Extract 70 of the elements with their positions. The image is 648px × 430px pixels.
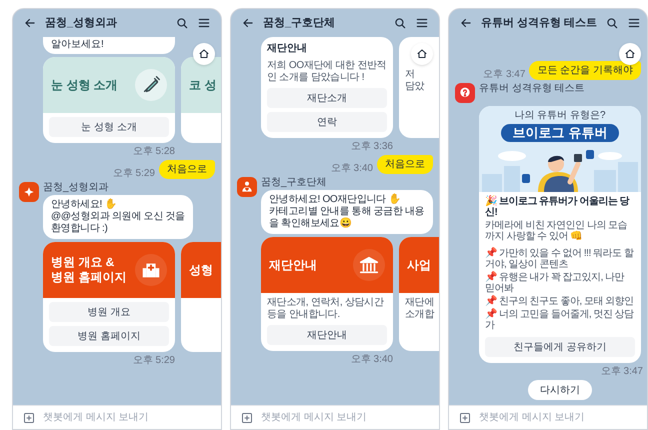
input-placeholder: 챗봇에게 메시지 보내기 xyxy=(479,411,585,425)
timestamp: 오후 3:47 xyxy=(600,366,643,377)
sender-name: 꿈청_구호단체 xyxy=(261,177,328,188)
card-description: 재단소개, 연락처, 상담시간 등을 안내합니다. xyxy=(266,297,385,321)
timestamp: 오후 3:36 xyxy=(350,141,393,152)
plus-icon[interactable] xyxy=(241,412,253,424)
timestamp: 오후 5:28 xyxy=(132,146,175,157)
question-mark-icon xyxy=(455,83,475,103)
card-title: 성형 xyxy=(189,262,213,278)
chat-bubble: 모든 순간을 기록해야 xyxy=(529,61,641,80)
card-title: 코 성 xyxy=(189,78,216,92)
chat-bubble: 알아보세요! xyxy=(43,37,175,54)
result-text: 카메라에 비친 자연인인 나의 모습까지 사랑할 수 있어 👊 xyxy=(485,220,628,242)
chat-bubble: 처음으로 xyxy=(159,160,215,179)
card-title: 병원 개요 & 병원 홈페이지 xyxy=(51,255,126,285)
menu-icon[interactable] xyxy=(415,16,429,30)
question-text: 나의 유튜버 유형은? xyxy=(514,110,606,122)
back-arrow-icon[interactable] xyxy=(241,16,255,30)
timestamp: 오후 3:40 xyxy=(330,163,373,174)
result-text: 📌 친구의 친구도 좋아, 모태 외향인 xyxy=(485,296,635,307)
sender-name: 꿈청_성형외과 xyxy=(43,182,110,193)
sparkle-icon xyxy=(19,182,39,202)
card-description: 재단에 소개합 xyxy=(404,297,436,321)
plus-icon[interactable] xyxy=(459,412,471,424)
card-button[interactable]: 눈 성형 소개 xyxy=(49,117,169,137)
building-icon xyxy=(353,249,385,281)
card-button[interactable]: 재단안내 xyxy=(267,325,387,345)
hospital-icon xyxy=(135,254,167,286)
search-icon[interactable] xyxy=(605,16,620,30)
search-icon[interactable] xyxy=(175,16,189,30)
result-text: 📌 너의 고민을 들어줄게, 멋진 상담가 xyxy=(485,309,635,331)
timestamp: 오후 3:47 xyxy=(483,69,526,80)
chat-bubble: 안녕하세요! OO재단입니다 ✋ 카테고리별 안내를 통해 궁금한 내용을 확인해보세요😀 xyxy=(261,190,433,234)
chat-bubble: 처음으로 xyxy=(377,155,433,174)
timestamp: 오후 3:40 xyxy=(350,354,393,365)
card-title: 재단안내 xyxy=(269,258,317,272)
home-icon[interactable] xyxy=(193,43,215,65)
card-title: 사업 xyxy=(407,258,431,272)
menu-icon[interactable] xyxy=(627,16,642,30)
retry-button[interactable]: 다시하기 xyxy=(528,380,592,400)
back-arrow-icon[interactable] xyxy=(23,16,37,30)
sender-name: 유튜버 성격유형 테스트 xyxy=(479,83,585,94)
input-placeholder: 챗봇에게 메시지 보내기 xyxy=(261,411,367,425)
result-text: 📌 유행은 내가 꽉 잡고있지, 나만 믿어봐 xyxy=(485,272,626,294)
back-arrow-icon[interactable] xyxy=(459,16,473,30)
card-button[interactable]: 재단소개 xyxy=(267,88,387,108)
person-heart-icon xyxy=(237,177,257,197)
timestamp: 오후 5:29 xyxy=(132,355,175,366)
card-title: 재단안내 xyxy=(266,42,308,56)
input-placeholder: 챗봇에게 메시지 보내기 xyxy=(43,411,149,425)
syringe-icon xyxy=(135,69,167,101)
card-button[interactable]: 연락 xyxy=(267,112,387,132)
share-button[interactable]: 친구들에게 공유하기 xyxy=(485,337,635,357)
result-text: 📌 가만히 있을 수 없어 !!! 뭐라도 할거야, 일상이 콘텐츠 xyxy=(485,248,635,270)
card-description: 저 담았 xyxy=(404,69,426,93)
home-icon[interactable] xyxy=(619,43,641,65)
card-button[interactable]: 병원 홈페이지 xyxy=(49,326,169,346)
chat-bubble: 안녕하세요! ✋ @@성형외과 의원에 오신 것을 환영합니다 :) xyxy=(43,195,193,239)
menu-icon[interactable] xyxy=(197,16,211,30)
chat-title: 유튜버 성격유형 테스트 xyxy=(481,16,598,31)
chat-title: 꿈청_성형외과 xyxy=(45,16,118,31)
result-title: 브이로그 유튜버 xyxy=(500,124,620,142)
result-text: 🎉 브이로그 유튜버가 어울리는 당신! xyxy=(485,196,630,218)
timestamp: 오후 5:29 xyxy=(112,168,155,179)
plus-icon[interactable] xyxy=(23,412,35,424)
chat-title: 꿈청_구호단체 xyxy=(263,16,336,31)
card-description: 저희 OO재단에 대한 전반적인 소개를 담았습니다 ! xyxy=(266,60,388,84)
card-button[interactable]: 병원 개요 xyxy=(49,302,169,322)
card-title: 눈 성형 소개 xyxy=(51,78,118,92)
search-icon[interactable] xyxy=(393,16,407,30)
